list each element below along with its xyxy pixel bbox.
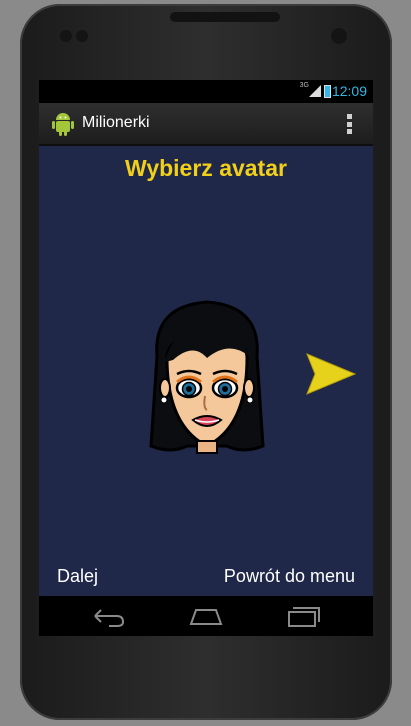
device-screen: 3G 12:09 Milionerki Wybierz avatar Dalej… <box>39 80 373 636</box>
avatar-woman-icon[interactable] <box>143 296 271 456</box>
page-title: Wybierz avatar <box>125 155 287 181</box>
front-camera <box>331 28 347 44</box>
network-type: 3G <box>299 82 309 89</box>
avatar-selection-panel: Wybierz avatar Dalej Powrót do menu <box>39 146 373 596</box>
home-icon[interactable] <box>188 604 224 628</box>
recent-apps-icon[interactable] <box>285 604 321 628</box>
front-sensor-2 <box>76 30 88 42</box>
back-to-menu-button[interactable]: Powrót do menu <box>224 566 355 587</box>
back-icon[interactable] <box>91 604 127 628</box>
speaker-grille <box>170 12 280 22</box>
battery-icon <box>324 85 331 98</box>
android-icon <box>52 113 74 136</box>
app-title: Milionerki <box>82 114 150 131</box>
next-button[interactable]: Dalej <box>57 566 98 587</box>
signal-icon <box>309 85 321 97</box>
clock: 12:09 <box>331 83 367 99</box>
action-bar: Milionerki <box>39 103 373 146</box>
status-bar: 3G 12:09 <box>39 80 373 103</box>
overflow-menu-icon[interactable] <box>347 114 353 134</box>
front-sensor <box>60 30 72 42</box>
next-arrow-icon[interactable] <box>305 352 357 396</box>
navigation-bar <box>39 596 373 636</box>
